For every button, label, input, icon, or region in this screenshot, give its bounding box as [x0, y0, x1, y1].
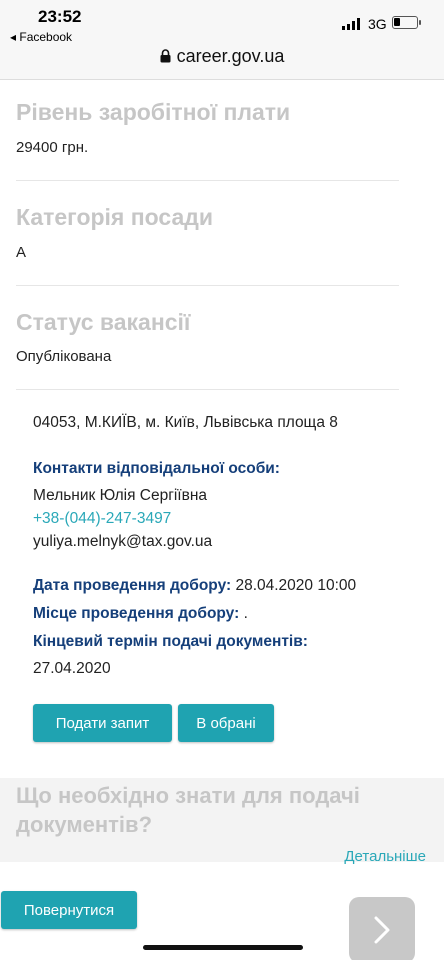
status-value: Опублікована — [16, 348, 112, 365]
divider — [16, 180, 399, 181]
apply-button[interactable]: Подати запит — [33, 704, 172, 742]
contact-email[interactable]: yuliya.melnyk@tax.gov.ua — [33, 533, 212, 551]
network-type: 3G — [368, 16, 387, 32]
deadline-label: Кінцевий термін подачі документів: — [33, 633, 308, 650]
salary-heading: Рівень заробітної плати — [16, 99, 291, 125]
contacts-label: Контакти відповідальної особи: — [33, 460, 280, 477]
salary-value: 29400 грн. — [16, 139, 89, 156]
back-to-app-link[interactable]: ◂ Facebook — [10, 30, 72, 44]
selection-date-row: Дата проведення добору: 28.04.2020 10:00 — [33, 577, 356, 595]
info-heading: Що необхідно знати для подачі документів… — [16, 783, 360, 837]
selection-place-value: . — [239, 605, 248, 622]
lock-icon — [160, 49, 171, 63]
chevron-right-icon — [374, 916, 390, 944]
category-heading: Категорія посади — [16, 204, 213, 230]
selection-place-label: Місце проведення добору: — [33, 605, 240, 622]
battery-icon — [392, 16, 421, 29]
status-heading: Статус вакансії — [16, 309, 191, 335]
contact-phone-link[interactable]: +38-(044)-247-3497 — [33, 510, 171, 528]
back-button[interactable]: Повернутися — [1, 891, 137, 929]
details-link[interactable]: Детальніше — [344, 848, 426, 865]
status-time: 23:52 — [38, 7, 82, 26]
url-display[interactable]: career.gov.ua — [0, 46, 444, 67]
add-to-favorites-button[interactable]: В обрані — [178, 704, 274, 742]
address-text: 04053, М.КИЇВ, м. Київ, Львівська площа … — [33, 414, 338, 431]
status-bar: 23:52 ◂ Facebook 3G — [0, 0, 444, 44]
address-bar[interactable]: career.gov.ua — [0, 44, 444, 80]
divider — [16, 389, 399, 390]
selection-place-row: Місце проведення добору: . — [33, 605, 248, 623]
home-indicator — [143, 945, 303, 950]
divider — [16, 285, 399, 286]
selection-date-label: Дата проведення добору: — [33, 577, 232, 594]
deadline-value: 27.04.2020 — [33, 660, 111, 677]
selection-date-value: 28.04.2020 10:00 — [231, 577, 357, 594]
signal-icon — [342, 18, 362, 30]
next-button[interactable] — [349, 897, 415, 960]
contact-name: Мельник Юлія Сергіївна — [33, 487, 208, 504]
url-text: career.gov.ua — [176, 46, 285, 66]
category-value: А — [16, 244, 27, 261]
